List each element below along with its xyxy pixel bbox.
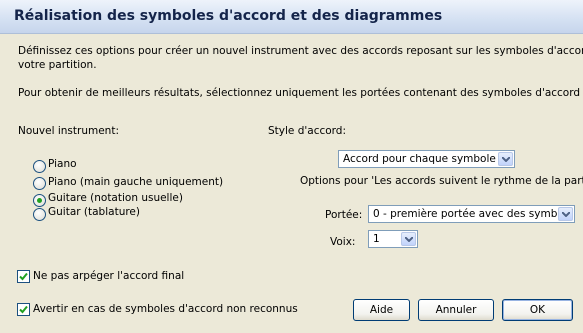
chord-style-label: Style d'accord: bbox=[268, 125, 347, 137]
intro-text-line2: votre partition. bbox=[18, 59, 97, 71]
chevron-down-icon bbox=[562, 212, 570, 217]
radio-label-guitar-notation[interactable]: Guitare (notation usuelle) bbox=[48, 192, 183, 204]
staff-dropdown-arrow[interactable] bbox=[558, 207, 573, 221]
staff-label: Portée: bbox=[325, 209, 363, 221]
help-button[interactable]: Aide bbox=[353, 299, 410, 321]
voice-label: Voix: bbox=[330, 236, 356, 248]
radio-label-guitar-tab[interactable]: Guitar (tablature) bbox=[48, 206, 140, 218]
radio-button-selected[interactable] bbox=[33, 194, 46, 207]
ok-button[interactable]: OK bbox=[502, 299, 573, 321]
title-bar[interactable]: Réalisation des symboles d'accord et des… bbox=[0, 0, 583, 34]
radio-button[interactable] bbox=[33, 160, 46, 173]
chevron-down-icon bbox=[405, 237, 413, 242]
staff-value: 0 - première portée avec des symboles bbox=[373, 208, 557, 220]
radio-button[interactable] bbox=[33, 177, 46, 190]
advice-text: Pour obtenir de meilleurs résultats, sél… bbox=[18, 87, 583, 99]
intro-text-line1: Définissez ces options pour créer un nou… bbox=[18, 45, 583, 57]
radio-button[interactable] bbox=[33, 208, 46, 221]
no-arpeggio-checkbox[interactable] bbox=[17, 270, 30, 283]
radio-label-piano[interactable]: Piano bbox=[48, 158, 77, 170]
voice-value: 1 bbox=[373, 233, 380, 245]
rhythm-options-label: Options pour 'Les accords suivent le ryt… bbox=[300, 175, 583, 187]
new-instrument-label: Nouvel instrument: bbox=[18, 125, 119, 137]
cancel-button[interactable]: Annuler bbox=[418, 299, 494, 321]
voice-dropdown[interactable]: 1 bbox=[368, 230, 418, 248]
no-arpeggio-label[interactable]: Ne pas arpéger l'accord final bbox=[33, 270, 184, 282]
chord-style-dropdown[interactable]: Accord pour chaque symbole d'a bbox=[338, 150, 515, 168]
radio-selected-dot bbox=[37, 198, 42, 203]
warn-unrecognized-label[interactable]: Avertir en cas de symboles d'accord non … bbox=[33, 303, 298, 315]
dialog-title: Réalisation des symboles d'accord et des… bbox=[14, 8, 443, 24]
staff-dropdown[interactable]: 0 - première portée avec des symboles bbox=[368, 205, 575, 223]
checkmark-icon bbox=[19, 272, 28, 281]
checkmark-icon bbox=[19, 305, 28, 314]
chord-style-value: Accord pour chaque symbole d'a bbox=[343, 153, 497, 165]
chevron-down-icon bbox=[502, 157, 510, 162]
chord-style-dropdown-arrow[interactable] bbox=[498, 152, 513, 166]
chord-symbols-dialog: Réalisation des symboles d'accord et des… bbox=[0, 0, 583, 333]
voice-dropdown-arrow[interactable] bbox=[401, 232, 416, 246]
radio-label-piano-left-hand[interactable]: Piano (main gauche uniquement) bbox=[48, 176, 223, 188]
warn-unrecognized-checkbox[interactable] bbox=[17, 303, 30, 316]
